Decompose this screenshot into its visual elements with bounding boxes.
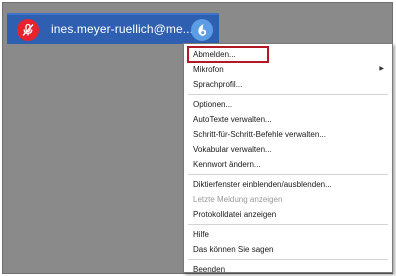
menu-item-autotexte[interactable]: AutoTexte verwalten...	[184, 112, 392, 127]
chevron-right-icon: ▶	[379, 66, 384, 72]
menu-item-label: Beenden	[193, 265, 226, 274]
menu-item-label: Vokabular verwalten...	[193, 145, 272, 154]
menu-item-beenden[interactable]: Beenden	[184, 262, 392, 276]
dictation-bar[interactable]: ines.meyer-ruellich@me...	[7, 13, 219, 44]
menu-separator	[188, 259, 388, 260]
menu-item-sprachprofil[interactable]: Sprachprofil...	[184, 77, 392, 92]
menu-item-label: Protokolldatei anzeigen	[193, 210, 277, 219]
menu-item-label: AutoTexte verwalten...	[193, 115, 272, 124]
menu-item-protokolldatei[interactable]: Protokolldatei anzeigen	[184, 207, 392, 222]
menu-item-label: Diktierfenster einblenden/ausblenden...	[193, 180, 332, 189]
desktop-background: ines.meyer-ruellich@me... Abmelden... Mi…	[2, 2, 393, 274]
menu-item-label: Das können Sie sagen	[193, 245, 274, 254]
menu-item-diktierfenster[interactable]: Diktierfenster einblenden/ausblenden...	[184, 177, 392, 192]
user-account-label: ines.meyer-ruellich@me...	[51, 22, 194, 36]
menu-item-label: Abmelden...	[193, 50, 236, 59]
menu-item-das-koennen-sie-sagen[interactable]: Das können Sie sagen	[184, 242, 392, 257]
menu-item-label: Schritt-für-Schritt-Befehle verwalten...	[193, 130, 326, 139]
menu-item-label: Sprachprofil...	[193, 80, 243, 89]
menu-item-letzte-meldung: Letzte Meldung anzeigen	[184, 192, 392, 207]
microphone-off-icon	[22, 23, 34, 36]
menu-separator	[188, 94, 388, 95]
dragon-flame-icon	[198, 24, 207, 36]
menu-item-label: Hilfe	[193, 230, 210, 239]
microphone-button[interactable]	[17, 19, 39, 41]
menu-item-kennwort[interactable]: Kennwort ändern...	[184, 157, 392, 172]
menu-separator	[188, 224, 388, 225]
menu-item-label: Letzte Meldung anzeigen	[193, 195, 283, 204]
menu-item-label: Kennwort ändern...	[193, 160, 261, 169]
context-menu: Abmelden... Mikrofon ▶ Sprachprofil... Op…	[183, 43, 393, 276]
menu-item-hilfe[interactable]: Hilfe	[184, 227, 392, 242]
menu-item-vokabular[interactable]: Vokabular verwalten...	[184, 142, 392, 157]
menu-item-abmelden[interactable]: Abmelden...	[184, 47, 392, 62]
menu-item-label: Mikrofon	[193, 65, 224, 74]
menu-item-optionen[interactable]: Optionen...	[184, 97, 392, 112]
menu-item-mikrofon[interactable]: Mikrofon ▶	[184, 62, 392, 77]
menu-item-schritt-befehle[interactable]: Schritt-für-Schritt-Befehle verwalten...	[184, 127, 392, 142]
menu-item-label: Optionen...	[193, 100, 233, 109]
menu-separator	[188, 174, 388, 175]
dragon-menu-button[interactable]	[191, 19, 213, 41]
